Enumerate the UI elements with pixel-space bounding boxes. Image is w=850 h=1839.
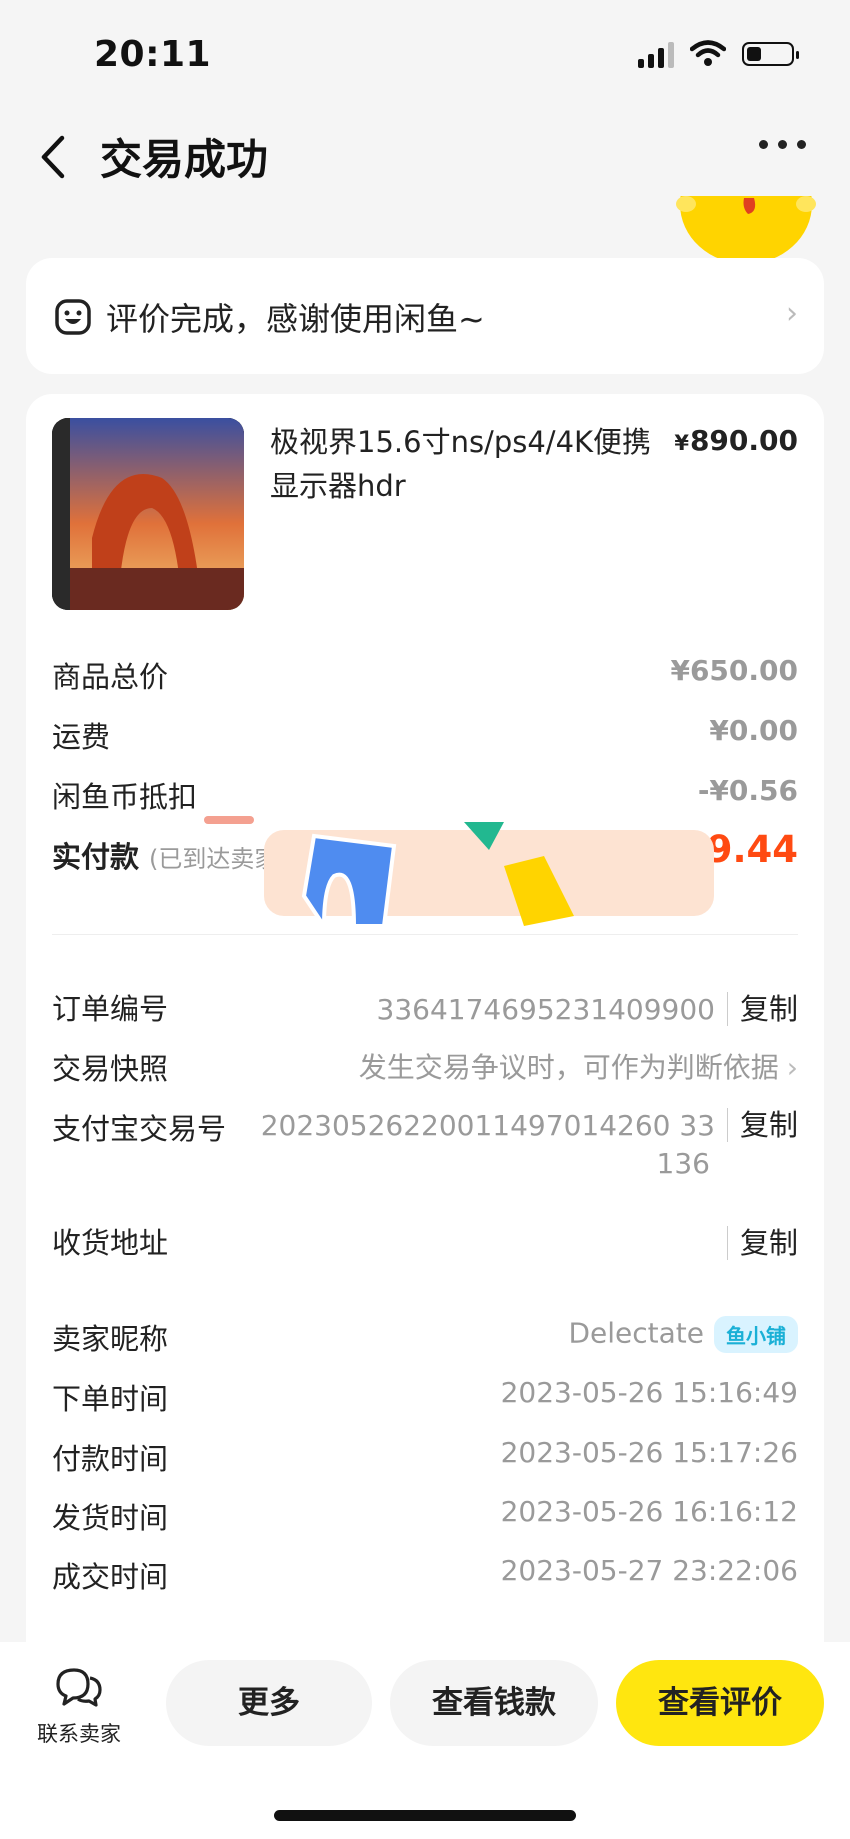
page-title: 交易成功 bbox=[100, 135, 269, 184]
status-bar: 20:11 bbox=[0, 0, 850, 110]
nav-bar: 交易成功 bbox=[0, 110, 850, 202]
copy-address-button[interactable]: 复制 bbox=[726, 1226, 798, 1260]
chevron-right-icon: › bbox=[786, 1051, 798, 1084]
product-price: ¥890.00 bbox=[674, 424, 798, 457]
product-thumbnail[interactable] bbox=[52, 418, 244, 610]
deal-time-row: 成交时间 2023-05-27 23:22:06 bbox=[52, 1554, 798, 1594]
chevron-right-icon: › bbox=[786, 296, 798, 331]
more-button[interactable]: 更多 bbox=[166, 1660, 372, 1746]
contact-seller-label: 联系卖家 bbox=[37, 1722, 121, 1746]
order-number: 3364174695231409900 bbox=[376, 993, 715, 1026]
mascot-decoration bbox=[676, 196, 816, 262]
pay-time-row: 付款时间 2023-05-26 15:17:26 bbox=[52, 1436, 798, 1476]
coin-deduction-row: 闲鱼币抵扣 -¥0.56 bbox=[52, 774, 798, 814]
goods-total-row: 商品总价 ¥650.00 bbox=[52, 654, 798, 694]
view-money-button[interactable]: 查看钱款 bbox=[390, 1660, 598, 1746]
contact-seller-button[interactable]: 联系卖家 bbox=[30, 1666, 128, 1748]
alipay-trade-number-cont: 136 bbox=[656, 1147, 710, 1180]
bottom-action-bar: 联系卖家 更多 查看钱款 查看评价 bbox=[0, 1642, 850, 1839]
back-arrow-icon[interactable] bbox=[34, 130, 78, 184]
order-number-row: 订单编号 3364174695231409900 复制 bbox=[52, 992, 798, 1026]
wifi-icon bbox=[690, 40, 726, 66]
view-review-button[interactable]: 查看评价 bbox=[616, 1660, 824, 1746]
more-options-icon[interactable] bbox=[759, 140, 806, 149]
battery-icon bbox=[742, 42, 799, 66]
address-row: 收货地址 复制 bbox=[52, 1226, 798, 1260]
review-status-text: 评价完成，感谢使用闲鱼~ bbox=[106, 300, 485, 338]
seller-name[interactable]: Delectate bbox=[568, 1317, 704, 1350]
status-time: 20:11 bbox=[94, 34, 212, 75]
order-details-card: 极视界15.6寸ns/ps4/4K便携显示器hdr ¥890.00 商品总价 ¥… bbox=[26, 394, 824, 1694]
product-title[interactable]: 极视界15.6寸ns/ps4/4K便携显示器hdr bbox=[270, 420, 670, 508]
shipping-row: 运费 ¥0.00 bbox=[52, 714, 798, 754]
alipay-trade-number: 20230526220011497014260 33 bbox=[260, 1109, 715, 1142]
divider bbox=[52, 934, 798, 935]
alipay-trade-row: 支付宝交易号 20230526220011497014260 33 复制 136 bbox=[52, 1108, 798, 1180]
status-icons bbox=[638, 40, 799, 68]
order-time-row: 下单时间 2023-05-26 15:16:49 bbox=[52, 1376, 798, 1416]
seller-row: 卖家昵称 Delectate 鱼小铺 bbox=[52, 1316, 798, 1356]
ship-time-row: 发货时间 2023-05-26 16:16:12 bbox=[52, 1495, 798, 1535]
address-redaction bbox=[204, 816, 714, 926]
smiley-icon bbox=[55, 299, 91, 335]
review-status-card[interactable]: 评价完成，感谢使用闲鱼~ › bbox=[26, 258, 824, 374]
copy-order-number-button[interactable]: 复制 bbox=[726, 992, 798, 1026]
seller-badge: 鱼小铺 bbox=[714, 1316, 798, 1353]
chat-bubble-icon bbox=[56, 1668, 102, 1707]
snapshot-row[interactable]: 交易快照 发生交易争议时，可作为判断依据 › bbox=[52, 1046, 798, 1086]
cellular-signal-icon bbox=[638, 40, 674, 68]
copy-alipay-button[interactable]: 复制 bbox=[726, 1108, 798, 1142]
home-indicator bbox=[274, 1810, 576, 1821]
paid-label: 实付款 bbox=[52, 840, 140, 874]
